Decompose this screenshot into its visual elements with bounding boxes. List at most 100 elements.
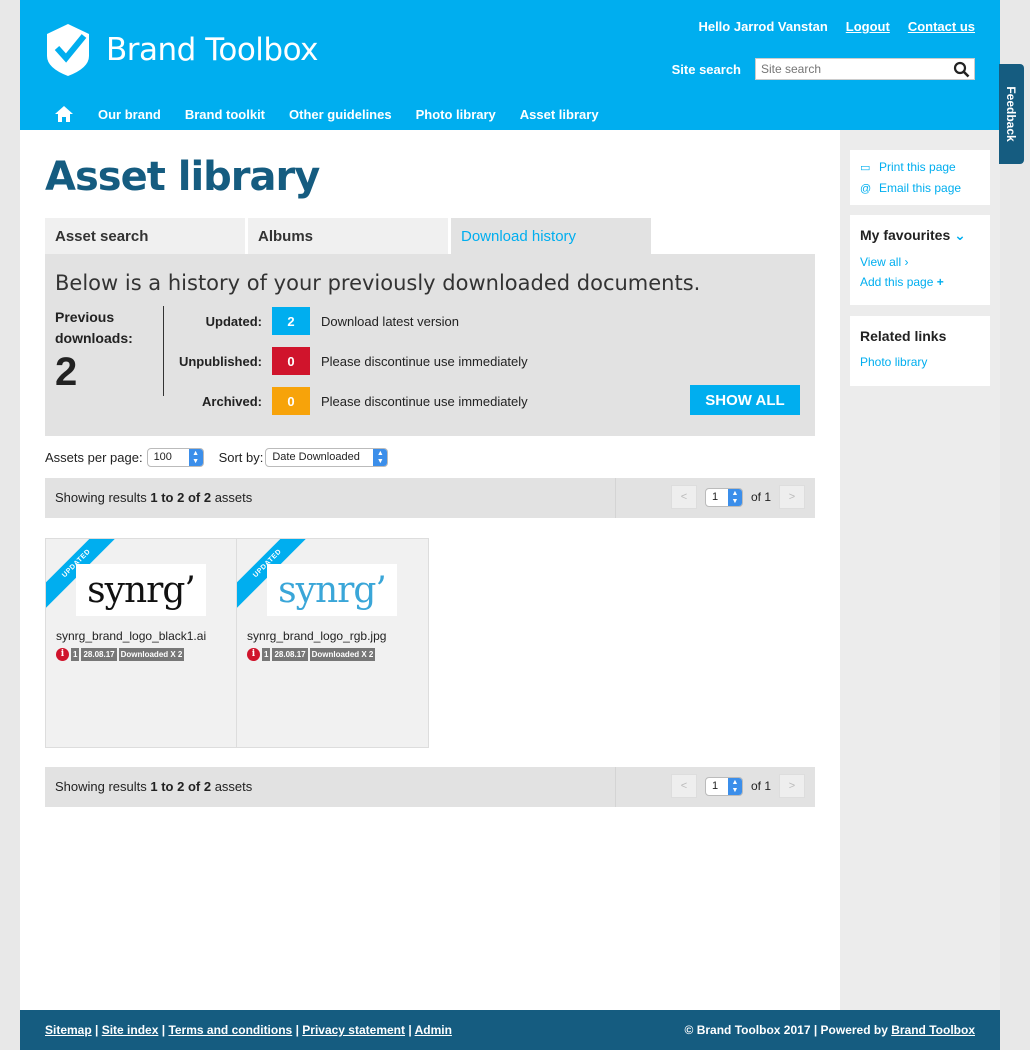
search-icon[interactable] xyxy=(953,61,970,78)
page-select[interactable]: 1 ▲ ▼ xyxy=(704,487,743,507)
date-tag: 28.08.17 xyxy=(81,648,117,661)
print-page-link[interactable]: ▭ Print this page xyxy=(860,157,980,178)
info-icon[interactable]: i xyxy=(56,648,69,661)
sort-select[interactable]: Date Downloaded ▲ ▼ xyxy=(265,448,389,467)
asset-grid: UPDATED synrg’ synrg_brand_logo_black1.a… xyxy=(45,538,429,748)
asset-card[interactable]: UPDATED synrg’ synrg_brand_logo_rgb.jpg … xyxy=(237,539,428,747)
list-controls: Assets per page: 100 ▲ ▼ Sort by: Date Do… xyxy=(45,448,389,467)
site-search: Site search xyxy=(672,58,975,80)
add-page-label: Add this page xyxy=(860,275,934,289)
asset-filename[interactable]: synrg_brand_logo_rgb.jpg xyxy=(247,629,386,643)
view-all-link[interactable]: View all › xyxy=(860,252,980,272)
page-of: of 1 xyxy=(750,779,771,793)
footer-admin-link[interactable]: Admin xyxy=(415,1023,452,1037)
copyright: © Brand Toolbox 2017 xyxy=(684,1023,811,1037)
asset-meta: i 1 28.08.17 Downloaded X 2 xyxy=(56,648,185,661)
previous-label-line2: downloads: xyxy=(55,330,133,346)
favourites-heading[interactable]: My favourites ⌄ xyxy=(860,227,980,244)
stat-count-badge[interactable]: 0 xyxy=(272,387,310,415)
divider xyxy=(615,478,616,518)
footer-privacy-link[interactable]: Privacy statement xyxy=(302,1023,405,1037)
email-page-link[interactable]: @ Email this page xyxy=(860,178,980,199)
related-photo-library-link[interactable]: Photo library xyxy=(860,352,980,372)
asset-thumbnail[interactable]: synrg’ xyxy=(267,564,397,616)
greeting: Hello Jarrod Vanstan xyxy=(698,19,828,34)
tab-download-history[interactable]: Download history xyxy=(451,218,651,254)
nav-photo-library[interactable]: Photo library xyxy=(416,107,496,122)
select-arrows-icon: ▲ ▼ xyxy=(188,449,203,466)
stat-updated: Updated: 2 Download latest version xyxy=(170,306,459,336)
page-tools: ▭ Print this page @ Email this page xyxy=(850,150,990,205)
favourites-title: My favourites xyxy=(860,227,951,243)
asset-card[interactable]: UPDATED synrg’ synrg_brand_logo_black1.a… xyxy=(46,539,237,747)
powered-by-link[interactable]: Brand Toolbox xyxy=(891,1023,975,1037)
per-page-value: 100 xyxy=(153,451,172,463)
stat-label: Updated: xyxy=(205,313,262,329)
footer-site-index-link[interactable]: Site index xyxy=(102,1023,159,1037)
info-icon[interactable]: i xyxy=(247,648,260,661)
per-page-label: Assets per page: xyxy=(45,450,143,465)
feedback-tab[interactable]: Feedback xyxy=(999,64,1024,164)
search-label: Site search xyxy=(671,61,741,77)
print-label: Print this page xyxy=(879,160,956,174)
stat-desc: Please discontinue use immediately xyxy=(321,393,528,409)
related-links-box: Related links Photo library xyxy=(850,316,990,386)
tab-albums[interactable]: Albums xyxy=(248,218,448,254)
prev-page-button[interactable]: < xyxy=(670,485,697,509)
stat-archived: Archived: 0 Please discontinue use immed… xyxy=(170,386,528,416)
home-icon[interactable] xyxy=(54,105,74,123)
tab-bar: Asset search Albums Download history xyxy=(45,218,651,254)
brand-name: Brand Toolbox xyxy=(106,32,318,68)
show-all-button[interactable]: SHOW ALL xyxy=(690,385,800,415)
footer-sitemap-link[interactable]: Sitemap xyxy=(45,1023,92,1037)
powered-prefix: Powered by xyxy=(820,1023,892,1037)
nav-our-brand[interactable]: Our brand xyxy=(98,107,161,122)
stat-label: Unpublished: xyxy=(178,353,262,369)
feedback-label: Feedback xyxy=(1004,86,1018,142)
history-lead: Below is a history of your previously do… xyxy=(55,271,701,295)
stat-label: Archived: xyxy=(202,393,262,409)
stat-count-badge[interactable]: 0 xyxy=(272,347,310,375)
page-value: 1 xyxy=(711,490,719,503)
next-page-button[interactable]: > xyxy=(779,485,805,509)
previous-downloads-count: 2 xyxy=(55,350,78,394)
sidebar: ▭ Print this page @ Email this page My fav… xyxy=(840,130,1000,1010)
site-header: Brand Toolbox Hello Jarrod Vanstan Logou… xyxy=(20,0,1000,130)
results-bar-bottom: Showing results 1 to 2 of 2 assets < 1 ▲… xyxy=(45,767,815,807)
next-page-button[interactable]: > xyxy=(779,774,805,798)
sort-value: Date Downloaded xyxy=(272,451,360,463)
download-history-panel: Below is a history of your previously do… xyxy=(45,254,815,436)
asset-filename[interactable]: synrg_brand_logo_black1.ai xyxy=(56,629,206,643)
version-tag: 1 xyxy=(71,648,80,661)
chevron-down-icon: ⌄ xyxy=(954,227,966,243)
related-links-heading: Related links xyxy=(860,328,947,344)
results-summary: Showing results 1 to 2 of 2 assets xyxy=(55,490,252,505)
brand-logo[interactable]: Brand Toolbox xyxy=(44,22,318,78)
site-footer: Sitemap | Site index | Terms and conditi… xyxy=(20,1010,1000,1050)
stat-count-badge[interactable]: 2 xyxy=(272,307,310,335)
downloads-tag: Downloaded X 2 xyxy=(118,648,185,661)
asset-thumbnail[interactable]: synrg’ xyxy=(76,564,206,616)
page-title: Asset library xyxy=(45,154,320,200)
results-prefix: Showing results xyxy=(55,490,151,505)
nav-brand-toolkit[interactable]: Brand toolkit xyxy=(185,107,265,122)
page-of: of 1 xyxy=(750,490,771,504)
divider xyxy=(615,767,616,807)
prev-page-button[interactable]: < xyxy=(670,774,697,798)
logout-link[interactable]: Logout xyxy=(846,19,890,34)
footer-credits: © Brand Toolbox 2017 | Powered by Brand … xyxy=(684,1023,975,1037)
main-nav: Our brand Brand toolkit Other guidelines… xyxy=(54,105,599,123)
footer-links: Sitemap | Site index | Terms and conditi… xyxy=(45,1023,452,1037)
nav-asset-library[interactable]: Asset library xyxy=(520,107,599,122)
page-select[interactable]: 1 ▲ ▼ xyxy=(704,776,743,796)
search-input[interactable] xyxy=(756,59,946,79)
page-value: 1 xyxy=(711,779,719,792)
per-page-select[interactable]: 100 ▲ ▼ xyxy=(146,448,204,467)
add-page-link[interactable]: Add this page + xyxy=(860,272,980,292)
contact-link[interactable]: Contact us xyxy=(908,19,975,34)
pagination: < 1 ▲ ▼ of 1 > xyxy=(670,774,805,798)
nav-other-guidelines[interactable]: Other guidelines xyxy=(289,107,392,122)
results-prefix: Showing results xyxy=(55,779,151,794)
footer-terms-link[interactable]: Terms and conditions xyxy=(168,1023,292,1037)
tab-asset-search[interactable]: Asset search xyxy=(45,218,245,254)
